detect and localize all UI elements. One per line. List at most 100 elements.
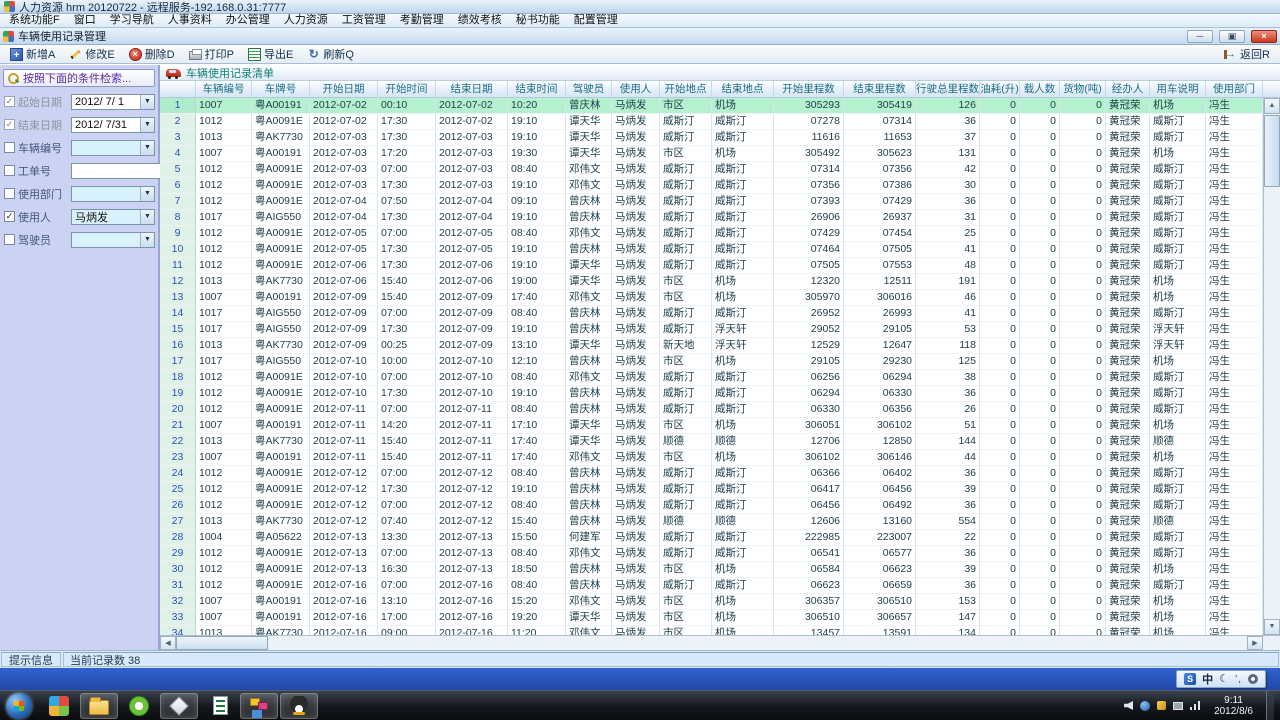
filter-date-0[interactable]: 2012/ 7/ 1▼ — [71, 94, 155, 110]
minimize-button[interactable]: ─ — [1187, 30, 1213, 43]
menu-item-10[interactable]: 配置管理 — [567, 14, 625, 27]
column-header-8[interactable]: 使用人 — [612, 81, 660, 97]
column-header-12[interactable]: 结束里程数 — [844, 81, 916, 97]
column-header-7[interactable]: 驾驶员 — [566, 81, 612, 97]
table-row[interactable]: 311012粤A0091E2012-07-1607:002012-07-1608… — [160, 578, 1280, 594]
scroll-left-arrow-icon[interactable]: ◀ — [160, 636, 176, 650]
menu-item-5[interactable]: 人力资源 — [277, 14, 335, 27]
table-row[interactable]: 321007粤A001912012-07-1613:102012-07-1615… — [160, 594, 1280, 610]
filter-checkbox-4[interactable] — [4, 188, 15, 199]
toolbar-print-button[interactable]: 打印P — [183, 46, 240, 63]
table-row[interactable]: 221013粤AK77302012-07-1115:402012-07-1117… — [160, 434, 1280, 450]
table-row[interactable]: 111012粤A0091E2012-07-0617:302012-07-0619… — [160, 258, 1280, 274]
table-row[interactable]: 341013粤AK77302012-07-1609:002012-07-1611… — [160, 626, 1280, 635]
column-header-1[interactable]: 车辆编号 — [196, 81, 252, 97]
filter-checkbox-3[interactable] — [4, 165, 15, 176]
table-row[interactable]: 31013粤AK77302012-07-0317:302012-07-0319:… — [160, 130, 1280, 146]
horizontal-scroll-thumb[interactable] — [176, 636, 268, 650]
menu-item-4[interactable]: 办公管理 — [219, 14, 277, 27]
column-header-14[interactable]: 油耗(升) — [980, 81, 1020, 97]
filter-combo-4[interactable]: ▼ — [71, 186, 155, 202]
table-row[interactable]: 201012粤A0091E2012-07-1107:002012-07-1108… — [160, 402, 1280, 418]
taskbar-excel-button[interactable] — [200, 693, 238, 719]
filter-date-1[interactable]: 2012/ 7/31▼ — [71, 117, 155, 133]
taskbar-explorer-button[interactable] — [80, 693, 118, 719]
column-header-17[interactable]: 经办人 — [1106, 81, 1150, 97]
updates-icon[interactable] — [1157, 701, 1166, 710]
scroll-right-arrow-icon[interactable]: ▶ — [1247, 636, 1263, 650]
table-row[interactable]: 301012粤A0091E2012-07-1316:302012-07-1318… — [160, 562, 1280, 578]
table-row[interactable]: 161013粤AK77302012-07-0900:252012-07-0913… — [160, 338, 1280, 354]
filter-combo-6[interactable]: ▼ — [71, 232, 155, 248]
table-row[interactable]: 271013粤AK77302012-07-1207:402012-07-1215… — [160, 514, 1280, 530]
taskbar-hrm-app-button[interactable] — [160, 693, 198, 719]
table-row[interactable]: 91012粤A0091E2012-07-0507:002012-07-0508:… — [160, 226, 1280, 242]
vertical-scroll-thumb[interactable] — [1264, 115, 1280, 187]
menu-item-3[interactable]: 人事资料 — [161, 14, 219, 27]
restore-button[interactable]: ▣ — [1219, 30, 1245, 43]
table-row[interactable]: 191012粤A0091E2012-07-1017:302012-07-1019… — [160, 386, 1280, 402]
show-desktop-button[interactable] — [1266, 691, 1274, 720]
table-row[interactable]: 61012粤A0091E2012-07-0317:302012-07-0319:… — [160, 178, 1280, 194]
taskbar-clock[interactable]: 9:11 2012/8/6 — [1208, 695, 1259, 717]
menu-item-2[interactable]: 学习导航 — [103, 14, 161, 27]
filter-checkbox-5[interactable] — [4, 211, 15, 222]
menu-item-9[interactable]: 秘书功能 — [509, 14, 567, 27]
filter-checkbox-2[interactable] — [4, 142, 15, 153]
table-row[interactable]: 131007粤A001912012-07-0915:402012-07-0917… — [160, 290, 1280, 306]
column-header-5[interactable]: 结束日期 — [436, 81, 508, 97]
chevron-down-icon[interactable]: ▼ — [140, 233, 154, 247]
close-button[interactable]: × — [1251, 30, 1277, 43]
start-button[interactable] — [6, 693, 32, 719]
table-row[interactable]: 81017粤AIG5502012-07-0417:302012-07-0419:… — [160, 210, 1280, 226]
filter-checkbox-0[interactable] — [4, 96, 15, 107]
table-row[interactable]: 181012粤A0091E2012-07-1007:002012-07-1008… — [160, 370, 1280, 386]
table-row[interactable]: 21012粤A0091E2012-07-0217:302012-07-0219:… — [160, 114, 1280, 130]
column-header-16[interactable]: 货物(吨) — [1060, 81, 1106, 97]
qq-tray-icon[interactable] — [1140, 701, 1150, 711]
search-button[interactable]: 按照下面的条件检索... — [3, 69, 155, 87]
toolbar-refresh-button[interactable]: 刷新Q — [301, 46, 360, 63]
table-row[interactable]: 41007粤A001912012-07-0317:202012-07-0319:… — [160, 146, 1280, 162]
menu-item-0[interactable]: 系统功能F — [2, 14, 67, 27]
column-header-15[interactable]: 载人数 — [1020, 81, 1060, 97]
table-row[interactable]: 331007粤A001912012-07-1617:002012-07-1619… — [160, 610, 1280, 626]
chevron-down-icon[interactable]: ▼ — [140, 210, 154, 224]
scroll-up-arrow-icon[interactable]: ▲ — [1264, 98, 1280, 114]
table-row[interactable]: 291012粤A0091E2012-07-1307:002012-07-1308… — [160, 546, 1280, 562]
input-method-icon[interactable]: S — [1184, 673, 1196, 685]
taskbar-grid-app-button[interactable] — [40, 693, 78, 719]
table-row[interactable]: 231007粤A001912012-07-1115:402012-07-1117… — [160, 450, 1280, 466]
filter-checkbox-6[interactable] — [4, 234, 15, 245]
horizontal-scrollbar[interactable]: ◀ ▶ — [160, 635, 1280, 650]
return-button[interactable]: 返回R — [1218, 46, 1276, 63]
scroll-down-arrow-icon[interactable]: ▼ — [1264, 619, 1280, 635]
column-header-18[interactable]: 用车说明 — [1150, 81, 1206, 97]
chevron-down-icon[interactable]: ▼ — [140, 141, 154, 155]
table-row[interactable]: 11007粤A001912012-07-0200:102012-07-0210:… — [160, 98, 1280, 114]
taskbar-diagram-app-button[interactable] — [240, 693, 278, 719]
column-header-10[interactable]: 结束地点 — [712, 81, 774, 97]
column-header-4[interactable]: 开始时间 — [378, 81, 436, 97]
menu-item-8[interactable]: 绩效考核 — [451, 14, 509, 27]
table-row[interactable]: 261012粤A0091E2012-07-1207:002012-07-1208… — [160, 498, 1280, 514]
column-header-13[interactable]: 行驶总里程数 — [916, 81, 980, 97]
taskbar-qq-button[interactable] — [280, 693, 318, 719]
table-row[interactable]: 141017粤AIG5502012-07-0907:002012-07-0908… — [160, 306, 1280, 322]
column-header-11[interactable]: 开始里程数 — [774, 81, 844, 97]
column-header-9[interactable]: 开始地点 — [660, 81, 712, 97]
toolbar-export-button[interactable]: 导出E — [242, 46, 299, 63]
table-row[interactable]: 171017粤AIG5502012-07-1010:002012-07-1012… — [160, 354, 1280, 370]
toolbar-add-button[interactable]: 新增A — [4, 46, 61, 63]
column-header-0[interactable] — [160, 81, 196, 97]
menu-item-7[interactable]: 考勤管理 — [393, 14, 451, 27]
taskbar-browser-button[interactable] — [120, 693, 158, 719]
chevron-down-icon[interactable]: ▼ — [140, 187, 154, 201]
column-header-19[interactable]: 使用部门 — [1206, 81, 1263, 97]
menu-item-1[interactable]: 窗口 — [67, 14, 103, 27]
filter-input-3[interactable] — [71, 163, 161, 179]
speaker-icon[interactable] — [1124, 701, 1133, 710]
column-header-6[interactable]: 结束时间 — [508, 81, 566, 97]
punctuation-mode-icon[interactable]: ’, — [1235, 674, 1242, 685]
table-row[interactable]: 71012粤A0091E2012-07-0407:502012-07-0409:… — [160, 194, 1280, 210]
